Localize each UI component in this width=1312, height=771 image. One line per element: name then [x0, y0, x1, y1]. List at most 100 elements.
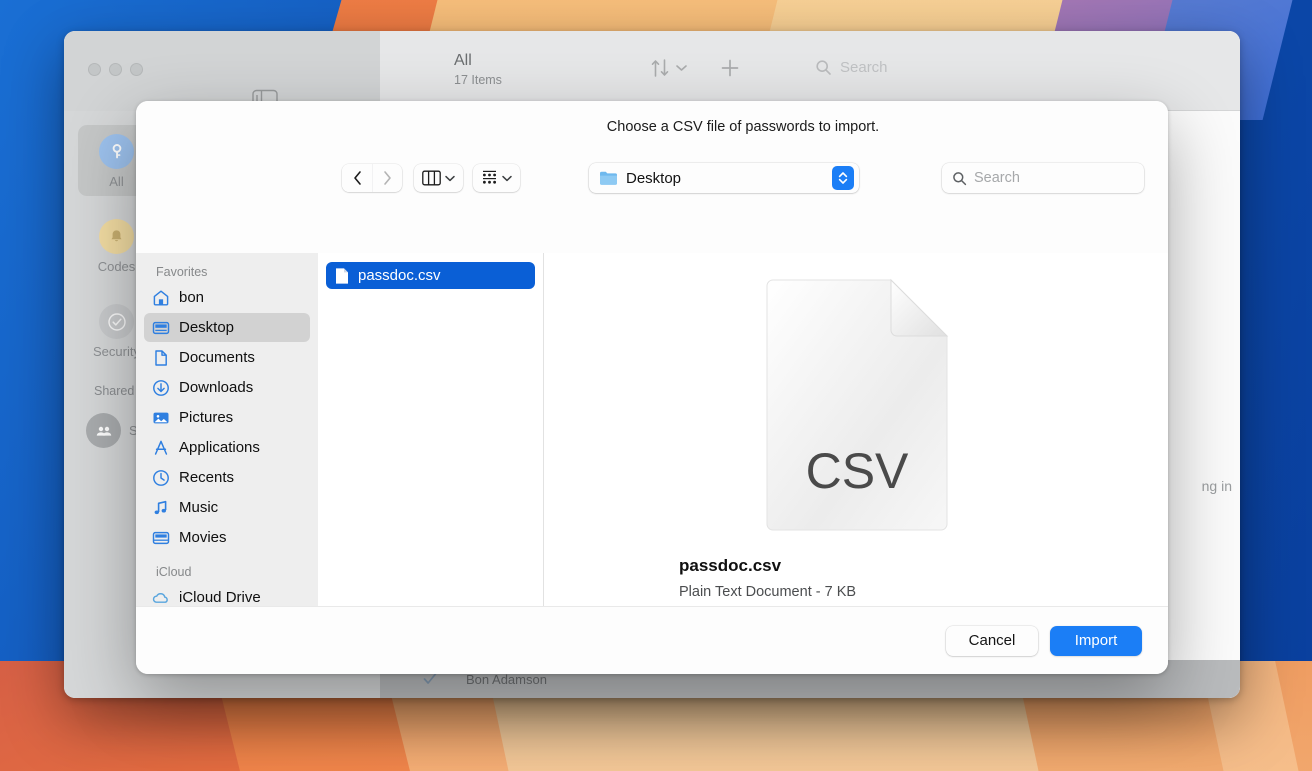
bell-glyph: [108, 228, 125, 245]
applications-icon: [152, 439, 170, 457]
file-list-item[interactable]: passdoc.csv: [326, 262, 535, 289]
search-icon: [815, 59, 832, 76]
search-placeholder: Search: [840, 59, 888, 76]
sidebar-item-label: Movies: [179, 529, 227, 546]
music-note-icon: [152, 499, 170, 517]
desktop-icon: [152, 319, 170, 337]
document-icon: [334, 267, 350, 285]
file-list-column: passdoc.csv: [318, 253, 544, 606]
minimize-button[interactable]: [109, 63, 122, 76]
preview-pane: CSV passdoc.csv Plain Text Document - 7 …: [545, 253, 1168, 606]
preview-info: passdoc.csv Plain Text Document - 7 KB I…: [545, 534, 1168, 606]
sidebar-item-label: All: [109, 174, 123, 189]
sidebar-item-label: bon: [179, 289, 204, 306]
nav-buttons: [342, 164, 402, 192]
sidebar-item-applications[interactable]: Applications: [144, 433, 310, 462]
forward-button[interactable]: [372, 164, 402, 192]
column-view-icon: [422, 170, 441, 186]
sidebar-item-bon[interactable]: bon: [144, 283, 310, 312]
sidebar-item-downloads[interactable]: Downloads: [144, 373, 310, 402]
dialog-footer: Cancel Import: [136, 606, 1168, 674]
sidebar-item-recents[interactable]: Recents: [144, 463, 310, 492]
passwords-sidebar-titlebar: [64, 31, 380, 111]
group-view-icon: [481, 170, 498, 186]
sidebar-item-label: Pictures: [179, 409, 233, 426]
sidebar-item-label: Security: [93, 344, 140, 359]
sidebar-item-label: Recents: [179, 469, 234, 486]
csv-document-glyph: CSV: [761, 276, 953, 534]
sidebar-item-label: Codes: [98, 259, 136, 274]
traffic-lights: [88, 63, 143, 76]
chevron-down-icon: [445, 175, 455, 182]
download-icon: [152, 379, 170, 397]
csv-label: CSV: [805, 443, 908, 499]
close-button[interactable]: [88, 63, 101, 76]
sidebar-item-label: Documents: [179, 349, 255, 366]
sort-icon: [650, 57, 670, 79]
sidebar-item-documents[interactable]: Documents: [144, 343, 310, 372]
search-icon: [952, 171, 967, 186]
path-popup-label: Desktop: [626, 170, 681, 187]
cloud-icon: [152, 589, 170, 607]
sort-button[interactable]: [650, 57, 687, 79]
preview-file-meta: Plain Text Document - 7 KB: [679, 579, 1140, 605]
checkmark-circle-icon: [99, 304, 134, 339]
chevron-left-icon: [352, 170, 363, 186]
stepper-icon[interactable]: [832, 166, 854, 190]
back-button[interactable]: [342, 164, 372, 192]
clock-icon: [152, 469, 170, 487]
column-view-button[interactable]: [414, 164, 463, 192]
icon-view-button[interactable]: [473, 164, 520, 192]
dialog-sidebar: Favorites bon Desktop: [136, 253, 318, 606]
movies-icon: [152, 529, 170, 547]
csv-file-icon: CSV: [761, 276, 953, 534]
search-input[interactable]: Search: [942, 163, 1144, 193]
add-icon[interactable]: [719, 57, 741, 79]
file-picker-dialog[interactable]: Choose a CSV file of passwords to import…: [136, 101, 1168, 674]
sidebar-item-label: Applications: [179, 439, 260, 456]
sidebar-item-music[interactable]: Music: [144, 493, 310, 522]
partial-list-text: ng in: [1202, 478, 1232, 494]
sidebar-item-label: Desktop: [179, 319, 234, 336]
search-placeholder: Search: [974, 170, 1020, 186]
people-icon: [86, 413, 121, 448]
chevron-updown-icon: [838, 170, 848, 186]
zoom-button[interactable]: [130, 63, 143, 76]
import-button[interactable]: Import: [1050, 626, 1142, 656]
sidebar-item-pictures[interactable]: Pictures: [144, 403, 310, 432]
folder-icon: [599, 170, 618, 186]
bell-badge-icon: [99, 219, 134, 254]
sidebar-item-icloud-drive[interactable]: iCloud Drive: [144, 583, 310, 606]
key-glyph: [108, 143, 126, 161]
dialog-header: Choose a CSV file of passwords to import…: [136, 101, 1168, 253]
cancel-button[interactable]: Cancel: [946, 626, 1038, 656]
file-name: passdoc.csv: [358, 267, 441, 284]
page-title: All: [454, 51, 502, 71]
key-icon: [99, 134, 134, 169]
preview-filename: passdoc.csv: [679, 553, 1140, 579]
dialog-toolbar: Desktop Search: [318, 156, 1168, 200]
dialog-prompt: Choose a CSV file of passwords to import…: [318, 119, 1168, 135]
document-icon: [152, 349, 170, 367]
sidebar-item-label: Downloads: [179, 379, 253, 396]
sidebar-item-label: Music: [179, 499, 218, 516]
sidebar-item-label: iCloud Drive: [179, 589, 261, 606]
chevron-right-icon: [382, 170, 393, 186]
passwords-search-field[interactable]: Search: [815, 59, 888, 76]
dialog-body: Favorites bon Desktop: [136, 253, 1168, 606]
passwords-title-block: All 17 Items: [454, 51, 502, 89]
sidebar-section-favorites: Favorites: [136, 253, 318, 282]
sidebar-section-icloud: iCloud: [136, 553, 318, 582]
passwords-toolbar: All 17 Items: [380, 31, 1240, 111]
sidebar-item-movies[interactable]: Movies: [144, 523, 310, 552]
path-popup-button[interactable]: Desktop: [589, 163, 859, 193]
sidebar-item-desktop[interactable]: Desktop: [144, 313, 310, 342]
item-count: 17 Items: [454, 71, 502, 89]
people-glyph: [94, 421, 114, 441]
chevron-down-icon: [676, 64, 687, 72]
chevron-down-icon: [502, 175, 512, 182]
home-icon: [152, 289, 170, 307]
passwords-toolbar-actions: [650, 57, 741, 79]
pictures-icon: [152, 409, 170, 427]
checkmark-glyph: [107, 312, 127, 332]
